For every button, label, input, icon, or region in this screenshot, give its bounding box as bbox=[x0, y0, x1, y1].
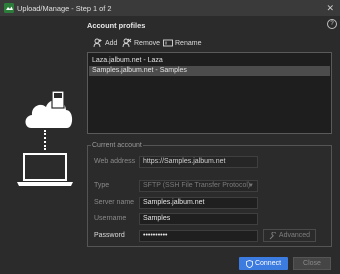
add-profile-button[interactable]: Add bbox=[93, 38, 117, 48]
advanced-button[interactable]: Advanced bbox=[263, 229, 316, 242]
type-label: Type bbox=[94, 182, 110, 189]
window-title: Upload/Manage - Step 1 of 2 bbox=[17, 4, 112, 13]
password-label: Password bbox=[94, 232, 125, 239]
current-account-legend: Current account bbox=[91, 142, 143, 149]
account-profiles-list[interactable]: Laza.jalbum.net - Laza Samples.jalbum.ne… bbox=[87, 52, 332, 134]
title-bar: Upload/Manage - Step 1 of 2 ✕ bbox=[0, 0, 340, 16]
connect-button[interactable]: Connect bbox=[239, 257, 288, 270]
rename-icon bbox=[163, 39, 173, 47]
shield-icon bbox=[246, 259, 253, 268]
server-name-label: Server name bbox=[94, 199, 135, 206]
server-name-field[interactable]: Samples.jalbum.net bbox=[139, 197, 258, 209]
list-item[interactable]: Samples.jalbum.net - Samples bbox=[89, 66, 330, 76]
rename-profile-button[interactable]: Rename bbox=[163, 38, 201, 48]
username-field[interactable]: Samples bbox=[139, 213, 258, 225]
username-label: Username bbox=[94, 215, 127, 222]
cloud-upload-icon bbox=[25, 90, 73, 128]
laptop-icon bbox=[17, 153, 73, 186]
list-item[interactable]: Laza.jalbum.net - Laza bbox=[89, 56, 330, 66]
wrench-icon bbox=[269, 231, 276, 239]
remove-user-icon bbox=[122, 38, 132, 48]
chevron-down-icon: ▼ bbox=[248, 183, 254, 189]
type-select[interactable]: SFTP (SSH File Transfer Protocol) ▼ bbox=[139, 180, 258, 192]
web-address-label: Web address bbox=[94, 158, 136, 165]
window-close-button[interactable]: ✕ bbox=[326, 3, 334, 13]
remove-profile-button[interactable]: Remove bbox=[122, 38, 160, 48]
web-address-field[interactable]: https://Samples.jalbum.net bbox=[139, 156, 258, 168]
advanced-label: Advanced bbox=[278, 232, 311, 239]
account-profiles-heading: Account profiles bbox=[87, 21, 146, 30]
add-label: Add bbox=[105, 39, 118, 47]
help-icon[interactable]: ? bbox=[327, 19, 337, 29]
rename-label: Rename bbox=[175, 39, 202, 47]
password-field[interactable]: •••••••••• bbox=[139, 230, 258, 242]
remove-label: Remove bbox=[134, 39, 161, 47]
connection-line bbox=[44, 130, 48, 150]
type-value: SFTP (SSH File Transfer Protocol) bbox=[143, 182, 251, 189]
jalbum-app-icon bbox=[4, 3, 14, 13]
close-button[interactable]: Close bbox=[293, 257, 331, 270]
connect-label: Connect bbox=[254, 260, 282, 267]
add-user-icon bbox=[93, 38, 102, 48]
